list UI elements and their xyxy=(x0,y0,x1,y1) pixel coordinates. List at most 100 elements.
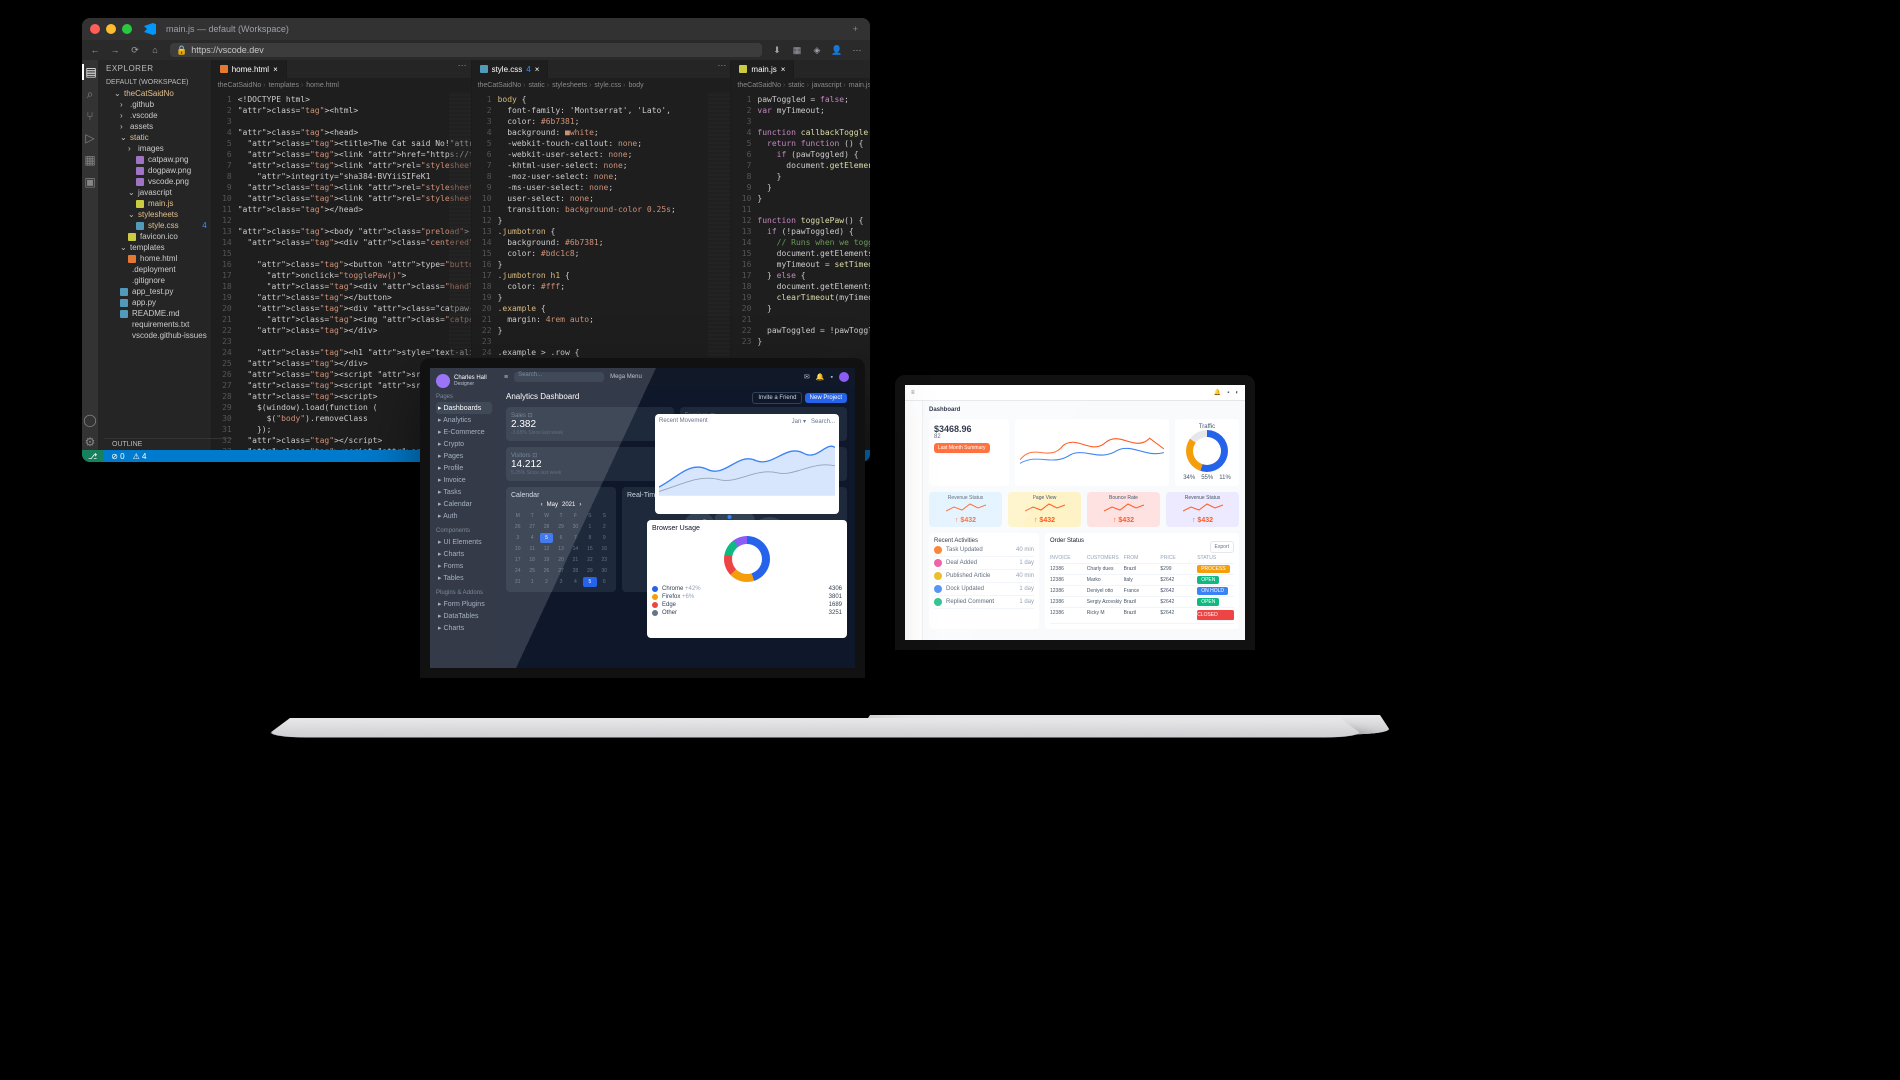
tree-file[interactable]: home.html xyxy=(102,253,207,264)
maximize-icon[interactable] xyxy=(122,24,132,34)
calendar-day[interactable]: 29 xyxy=(554,522,567,532)
calendar-day[interactable]: 30 xyxy=(598,566,611,576)
calendar-day[interactable]: 15 xyxy=(583,544,596,554)
calendar-day[interactable]: 2 xyxy=(598,522,611,532)
mega-menu[interactable]: Mega Menu xyxy=(610,374,642,380)
close-icon[interactable]: × xyxy=(781,65,786,74)
calendar-day[interactable]: 28 xyxy=(569,566,582,576)
forward-icon[interactable]: → xyxy=(110,45,120,55)
sidebar-item[interactable]: ▸ Analytics xyxy=(436,414,492,426)
search-input[interactable]: Search... xyxy=(514,372,604,382)
scm-icon[interactable]: ⑂ xyxy=(82,108,98,124)
sidebar-item[interactable]: ▸ Charts xyxy=(436,622,492,634)
calendar-day[interactable]: 12 xyxy=(540,544,553,554)
sidebar-item[interactable]: ▸ DataTables xyxy=(436,610,492,622)
calendar-day[interactable]: 28 xyxy=(540,522,553,532)
sidebar-item[interactable]: ▸ Profile xyxy=(436,462,492,474)
calendar-day[interactable]: 25 xyxy=(525,566,538,576)
msg-icon[interactable]: ✉ xyxy=(804,373,810,381)
editor-tab[interactable]: style.css 4 × xyxy=(472,60,549,78)
sidebar-item[interactable]: ▸ Auth xyxy=(436,510,492,522)
download-icon[interactable]: ⬇ xyxy=(772,45,782,55)
more-icon[interactable]: ⋯ xyxy=(454,60,471,78)
calendar-day[interactable]: 14 xyxy=(569,544,582,554)
calendar-day[interactable]: 5 xyxy=(540,533,553,543)
tree-folder[interactable]: stylesheets xyxy=(102,209,207,220)
calendar-day[interactable]: 4 xyxy=(525,533,538,543)
tree-file[interactable]: favicon.ico xyxy=(102,231,207,242)
calendar-day[interactable]: 1 xyxy=(525,577,538,587)
calendar-day[interactable]: 8 xyxy=(583,533,596,543)
account-icon[interactable]: ◯ xyxy=(82,412,98,428)
tree-file[interactable]: .gitignore xyxy=(102,275,207,286)
calendar-day[interactable]: 20 xyxy=(554,555,567,565)
bell-icon[interactable]: 🔔 xyxy=(816,373,825,381)
gear-icon[interactable]: ⚙ xyxy=(82,434,98,450)
warnings-count[interactable]: ⚠ 4 xyxy=(133,452,147,461)
calendar-day[interactable]: 16 xyxy=(598,544,611,554)
tree-file[interactable]: requirements.txt xyxy=(102,319,207,330)
editor-tab[interactable]: home.html × xyxy=(212,60,287,78)
calendar-day[interactable]: 29 xyxy=(583,566,596,576)
shield-icon[interactable]: ◈ xyxy=(812,45,822,55)
calendar-day[interactable]: 26 xyxy=(511,522,524,532)
sidebar-item[interactable]: ▸ E-Commerce xyxy=(436,426,492,438)
tree-file[interactable]: catpaw.png xyxy=(102,154,207,165)
calendar-day[interactable]: 31 xyxy=(511,577,524,587)
calendar-day[interactable]: 6 xyxy=(554,533,567,543)
calendar-day[interactable]: 23 xyxy=(598,555,611,565)
calendar-day[interactable]: 5 xyxy=(583,577,596,587)
breadcrumb[interactable]: theCatSaidNotemplateshome.html xyxy=(212,78,471,92)
tree-file[interactable]: app.py xyxy=(102,297,207,308)
calendar-day[interactable]: 22 xyxy=(583,555,596,565)
new-tab-button[interactable]: + xyxy=(853,24,858,34)
errors-count[interactable]: ⊘ 0 xyxy=(111,452,124,461)
calendar-day[interactable]: 24 xyxy=(511,566,524,576)
explorer-icon[interactable]: ▤ xyxy=(82,64,98,80)
close-icon[interactable] xyxy=(90,24,100,34)
tree-folder[interactable]: static xyxy=(102,132,207,143)
invite-button[interactable]: Invite a Friend xyxy=(752,392,802,404)
avatar-icon[interactable] xyxy=(839,372,849,382)
calendar-day[interactable]: 1 xyxy=(583,522,596,532)
breadcrumb[interactable]: theCatSaidNostaticstylesheetsstyle.cssbo… xyxy=(472,78,731,92)
calendar-day[interactable]: 21 xyxy=(569,555,582,565)
tree-folder[interactable]: images xyxy=(102,143,207,154)
calendar-day[interactable]: 9 xyxy=(598,533,611,543)
tree-folder[interactable]: javascript xyxy=(102,187,207,198)
remote-indicator[interactable]: ⎇ xyxy=(82,450,103,462)
profile-icon[interactable]: 👤 xyxy=(832,45,842,55)
search-icon[interactable]: ⌕ xyxy=(82,86,98,102)
close-icon[interactable]: × xyxy=(535,65,540,74)
home-icon[interactable]: ⌂ xyxy=(150,45,160,55)
debug-icon[interactable]: ▷ xyxy=(82,130,98,146)
calendar-day[interactable]: 3 xyxy=(511,533,524,543)
calendar-day[interactable]: 10 xyxy=(511,544,524,554)
sidebar-item[interactable]: ▸ Form Plugins xyxy=(436,598,492,610)
tree-file[interactable]: vscode.github-issues xyxy=(102,330,207,341)
calendar-day[interactable]: 2 xyxy=(540,577,553,587)
calendar-day[interactable]: 3 xyxy=(554,577,567,587)
tree-file[interactable]: .deployment xyxy=(102,264,207,275)
hamburger-icon[interactable]: ≡ xyxy=(504,374,508,381)
close-icon[interactable]: × xyxy=(273,65,278,74)
sidebar-item[interactable]: ▸ Pages xyxy=(436,450,492,462)
tree-folder[interactable]: assets xyxy=(102,121,207,132)
sidebar-item[interactable]: ▸ Tables xyxy=(436,572,492,584)
tree-file[interactable]: app_test.py xyxy=(102,286,207,297)
calendar-day[interactable]: 13 xyxy=(554,544,567,554)
sidebar-item[interactable]: ▸ Calendar xyxy=(436,498,492,510)
sidebar-item[interactable]: ▸ UI Elements xyxy=(436,536,492,548)
prev-month-icon[interactable]: ‹ xyxy=(541,502,543,508)
avatar-icon[interactable] xyxy=(436,374,450,388)
calendar-day[interactable]: 27 xyxy=(554,566,567,576)
back-icon[interactable]: ← xyxy=(90,45,100,55)
remote-icon[interactable]: ▣ xyxy=(82,174,98,190)
sidebar-item[interactable]: ▸ Charts xyxy=(436,548,492,560)
sidebar-item[interactable]: ▸ Crypto xyxy=(436,438,492,450)
extensions-icon[interactable]: ▦ xyxy=(792,45,802,55)
calendar-day[interactable]: 4 xyxy=(569,577,582,587)
calendar-day[interactable]: 6 xyxy=(598,577,611,587)
tree-file[interactable]: dogpaw.png xyxy=(102,165,207,176)
calendar-day[interactable]: 11 xyxy=(525,544,538,554)
